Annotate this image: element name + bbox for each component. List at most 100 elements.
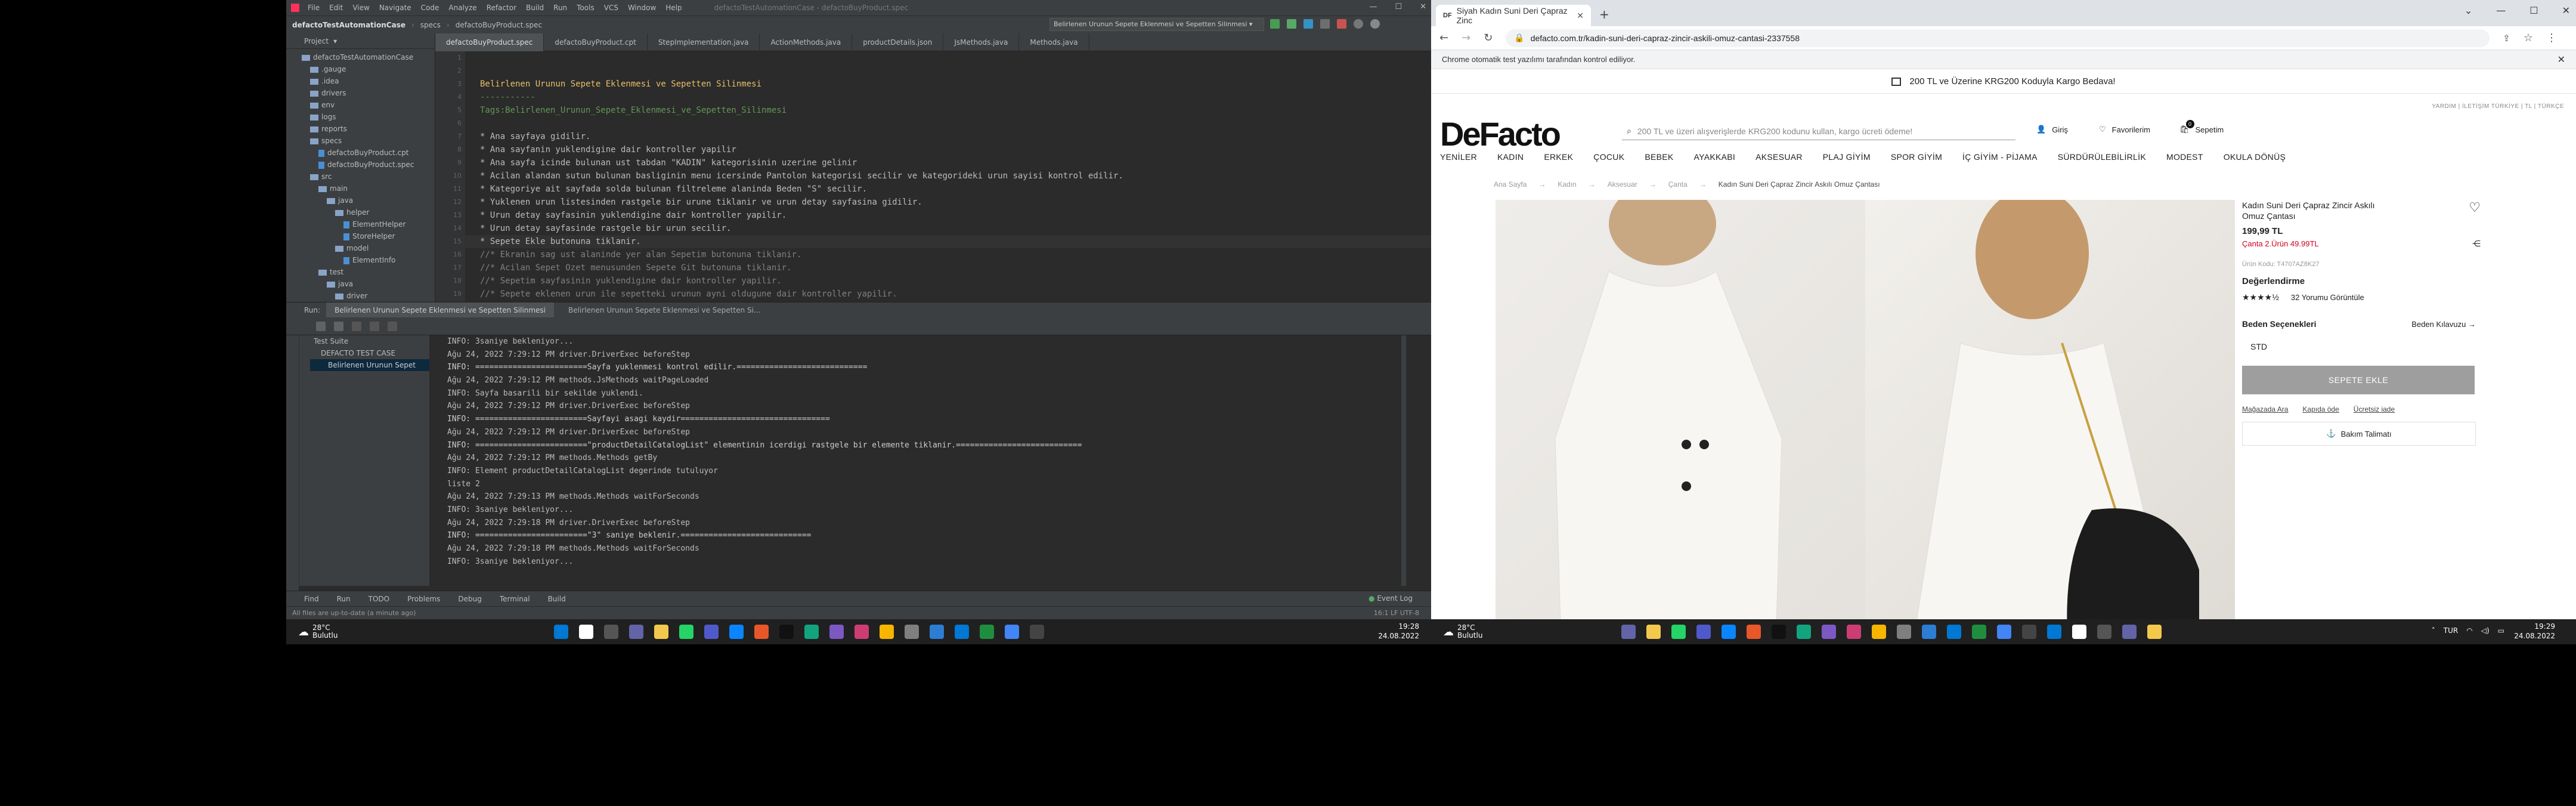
back-icon[interactable]: ← [1439, 32, 1448, 44]
category-link[interactable]: ERKEK [1544, 152, 1573, 162]
tab-search-icon[interactable]: ⌄ [2464, 5, 2472, 16]
menu-item-vcs[interactable]: VCS [604, 4, 618, 12]
tool-tab-todo[interactable]: TODO [369, 595, 389, 603]
settings-icon[interactable] [1370, 19, 1380, 29]
category-link[interactable]: YENİLER [1440, 152, 1477, 162]
category-link[interactable]: AYAKKABI [1694, 152, 1736, 162]
taskbar-app-icon[interactable] [2022, 625, 2036, 639]
browser-minimize-button[interactable]: — [2496, 5, 2506, 16]
taskbar-app-icon[interactable] [679, 625, 693, 639]
editor-tab[interactable]: defactoBuyProduct.cpt [544, 33, 648, 51]
product-image-2[interactable] [1865, 188, 2235, 644]
share-icon-product[interactable]: ⋲ [2472, 239, 2481, 249]
favorites-button[interactable]: ♡ Favorilerim [2099, 125, 2150, 134]
taskbar-app-icon[interactable] [880, 625, 894, 639]
editor-tab[interactable]: ActionMethods.java [760, 33, 853, 51]
taskbar-app-icon[interactable] [2047, 625, 2061, 639]
minimize-button[interactable]: — [1369, 2, 1377, 11]
tree-item[interactable]: .gauge [302, 63, 435, 75]
bookmark-star-icon[interactable]: ☆ [2524, 32, 2533, 44]
store-search-link[interactable]: Mağazada Ara [2242, 405, 2288, 413]
editor-tab[interactable]: StepImplementation.java [648, 33, 760, 51]
tree-item[interactable]: java [302, 278, 435, 290]
tree-item[interactable]: specs [302, 135, 435, 147]
taskbar-app-icon[interactable] [1696, 625, 1711, 639]
coverage-icon[interactable] [1304, 19, 1313, 29]
sort-icon[interactable] [352, 322, 361, 331]
menu-item-code[interactable]: Code [421, 4, 439, 12]
breadcrumb-link[interactable]: Çanta [1668, 180, 1688, 189]
run-configuration-select[interactable]: Belirlenen Urunun Sepete Eklenmesi ve Se… [1049, 18, 1264, 31]
test-tree-item[interactable]: Belirlenen Urunun Sepet [310, 359, 429, 371]
address-bar[interactable]: 🔒 defacto.com.tr/kadin-suni-deri-capraz-z… [1506, 29, 2490, 47]
taskbar-app-icon[interactable] [629, 625, 643, 639]
taskbar-app-icon[interactable] [2122, 625, 2137, 639]
taskbar-app-icon[interactable] [1847, 625, 1861, 639]
size-option[interactable]: STD [2242, 342, 2481, 351]
tree-item[interactable]: src [302, 171, 435, 183]
share-icon[interactable]: ⇪ [2503, 33, 2510, 44]
login-button[interactable]: 👤 Giriş [2036, 125, 2068, 134]
tool-tab-find[interactable]: Find [304, 595, 319, 603]
tool-tab-build[interactable]: Build [548, 595, 566, 603]
test-tree-item[interactable]: Test Suite [310, 335, 429, 347]
tree-item[interactable]: ElementHelper [302, 218, 435, 230]
tree-item[interactable]: defactoBuyProduct.spec [302, 159, 435, 171]
clock[interactable]: 19:28 24.08.2022 [1378, 622, 1419, 641]
taskbar-app-icon[interactable] [579, 625, 593, 639]
breadcrumb-link[interactable]: Kadın [1558, 180, 1576, 189]
taskbar-app-icon[interactable] [1997, 625, 2011, 639]
search-everywhere-icon[interactable] [1354, 19, 1363, 29]
taskbar-app-icon[interactable] [1922, 625, 1936, 639]
category-link[interactable]: PLAJ GİYİM [1823, 152, 1871, 162]
tree-item[interactable]: drivers [302, 87, 435, 99]
taskbar-app-icon[interactable] [1646, 625, 1661, 639]
taskbar-app-icon[interactable] [1030, 625, 1044, 639]
pay-on-door-link[interactable]: Kapıda öde [2302, 405, 2339, 413]
menu-icon[interactable]: ⋮ [2546, 32, 2557, 44]
favorite-heart-icon[interactable]: ♡ [2469, 200, 2481, 221]
profile-icon[interactable] [1320, 19, 1330, 29]
cart-button[interactable]: 🛍 0 Sepetim [2179, 120, 2224, 134]
add-to-cart-button[interactable]: SEPETE EKLE [2242, 366, 2475, 394]
tool-tab-terminal[interactable]: Terminal [500, 595, 530, 603]
browser-maximize-button[interactable]: ☐ [2529, 5, 2538, 16]
taskbar-app-icon[interactable] [704, 625, 719, 639]
test-tree-item[interactable]: DEFACTO TEST CASE [310, 347, 429, 359]
tree-item[interactable]: reports [302, 123, 435, 135]
tree-item[interactable]: helper [302, 206, 435, 218]
taskbar-app-icon[interactable] [1797, 625, 1811, 639]
taskbar-app-icon[interactable] [1005, 625, 1019, 639]
reviews-link[interactable]: 32 Yorumu Görüntüle [2291, 293, 2364, 302]
tool-tab-run[interactable]: Run [337, 595, 351, 603]
tree-item[interactable]: defactoBuyProduct.cpt [302, 147, 435, 159]
browser-close-button[interactable]: ✕ [2562, 5, 2570, 16]
tool-tab-problems[interactable]: Problems [407, 595, 440, 603]
product-image-1[interactable] [1496, 182, 1865, 644]
category-link[interactable]: SÜRDÜRÜLEBİLİRLİK [2058, 152, 2146, 162]
editor-tab[interactable]: productDetails.json [852, 33, 944, 51]
run-icon[interactable] [1270, 19, 1280, 29]
taskbar-app-icon[interactable] [2147, 625, 2162, 639]
breadcrumb-link[interactable]: Aksesuar [1608, 180, 1637, 189]
run-tab-2[interactable]: Belirlenen Urunun Sepete Eklenmesi ve Se… [560, 306, 769, 314]
taskbar-app-icon[interactable] [1722, 625, 1736, 639]
clock-right[interactable]: 19:29 24.08.2022 [2514, 622, 2555, 641]
category-link[interactable]: KADIN [1497, 152, 1524, 162]
menu-item-navigate[interactable]: Navigate [379, 4, 411, 12]
tree-item[interactable]: driver [302, 290, 435, 302]
infobar-close-icon[interactable]: ✕ [2558, 54, 2565, 66]
console-scrollbar[interactable] [1401, 335, 1406, 586]
taskbar-app-icon[interactable] [1772, 625, 1786, 639]
close-button[interactable]: ✕ [1420, 2, 1426, 11]
taskbar-app-icon[interactable] [604, 625, 618, 639]
debug-icon[interactable] [1287, 19, 1296, 29]
wifi-icon[interactable]: ◠ [2466, 626, 2472, 635]
tab-close-icon[interactable]: ✕ [1577, 11, 1584, 21]
taskbar-app-icon[interactable] [2097, 625, 2111, 639]
console-output[interactable]: INFO: 3saniye bekleniyor... Ağu 24, 2022 … [429, 335, 1395, 586]
category-link[interactable]: BEBEK [1645, 152, 1673, 162]
menu-item-build[interactable]: Build [526, 4, 544, 12]
defacto-logo[interactable]: DeFacto [1440, 115, 1561, 153]
promo-bar[interactable]: 200 TL ve Üzerine KRG200 Koduyla Kargo B… [1431, 70, 2576, 94]
